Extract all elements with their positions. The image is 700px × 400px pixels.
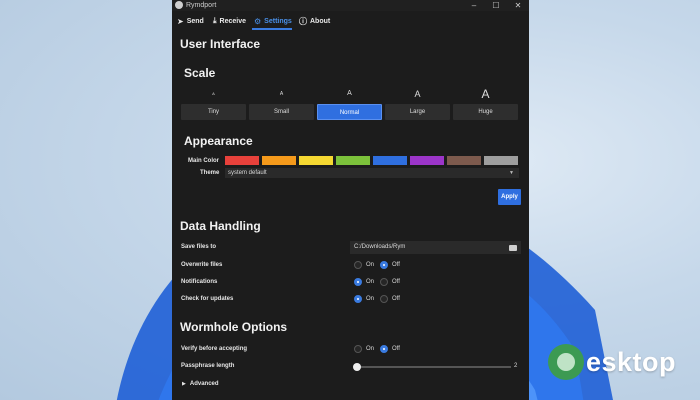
verify-off-radio[interactable]	[380, 345, 388, 353]
download-icon: ⤓	[213, 16, 217, 25]
scale-glyph-large: A	[414, 89, 421, 99]
app-window: Rymdport – ☐ ✕ ➤ Send ⤓ Receive ⚙ Settin…	[172, 0, 529, 400]
active-tab-indicator	[252, 28, 292, 30]
tab-settings[interactable]: ⚙ Settings	[254, 13, 292, 29]
passphrase-length-value: 2	[514, 363, 518, 369]
scale-large-button[interactable]: Large	[385, 104, 450, 120]
app-icon	[175, 1, 183, 9]
check-updates-label: Check for updates	[181, 296, 234, 302]
tab-settings-label: Settings	[264, 17, 292, 25]
notifications-off-label: Off	[392, 279, 400, 285]
notifications-off-radio[interactable]	[380, 278, 388, 286]
window-title: Rymdport	[186, 2, 217, 9]
advanced-toggle[interactable]: ▶ Advanced	[182, 381, 219, 387]
color-swatch-gray[interactable]	[484, 156, 518, 165]
main-color-label: Main Color	[188, 158, 219, 164]
scale-tiny-button[interactable]: Tiny	[181, 104, 246, 120]
minimize-button[interactable]: –	[463, 0, 485, 11]
verify-on-label: On	[366, 346, 375, 352]
passphrase-slider-thumb[interactable]	[353, 363, 361, 371]
send-icon: ➤	[177, 16, 184, 26]
scale-small-button[interactable]: Small	[249, 104, 314, 120]
color-swatch-yellow[interactable]	[299, 156, 333, 165]
folder-icon[interactable]	[509, 245, 517, 251]
user-interface-heading: User Interface	[180, 37, 261, 51]
save-path-value: C:/Downloads/Rym	[354, 244, 406, 250]
tab-send-label: Send	[186, 17, 204, 25]
color-swatch-blue[interactable]	[373, 156, 407, 165]
color-swatch-brown[interactable]	[447, 156, 481, 165]
color-swatch-orange[interactable]	[262, 156, 296, 165]
tab-receive-label: Receive	[219, 17, 247, 25]
overwrite-on-label: On	[366, 262, 375, 268]
overwrite-on-radio[interactable]	[354, 261, 362, 269]
check-updates-on-label: On	[366, 296, 375, 302]
gear-icon: ⚙	[254, 16, 262, 26]
tab-about[interactable]: ⓘ About	[299, 13, 330, 29]
overwrite-off-radio[interactable]	[380, 261, 388, 269]
info-icon: ⓘ	[299, 16, 307, 26]
overwrite-files-label: Overwrite files	[181, 262, 223, 268]
tab-receive[interactable]: ⤓ Receive	[213, 13, 246, 29]
scale-glyph-normal: A	[347, 90, 352, 97]
color-swatch-green[interactable]	[336, 156, 370, 165]
passphrase-slider-track[interactable]	[356, 366, 511, 368]
wormhole-options-heading: Wormhole Options	[180, 320, 288, 334]
tab-send[interactable]: ➤ Send	[177, 13, 204, 29]
scale-heading: Scale	[184, 66, 216, 80]
save-path-field[interactable]: C:/Downloads/Rym	[350, 241, 521, 254]
maximize-button[interactable]: ☐	[485, 0, 507, 11]
watermark: esktop	[548, 344, 676, 380]
caret-right-icon: ▶	[182, 381, 186, 387]
save-files-label: Save files to	[181, 244, 217, 250]
verify-label: Verify before accepting	[181, 346, 248, 352]
data-handling-heading: Data Handling	[180, 219, 261, 233]
notifications-label: Notifications	[181, 279, 218, 285]
scale-normal-button[interactable]: Normal	[317, 104, 382, 120]
tab-bar: ➤ Send ⤓ Receive ⚙ Settings ⓘ About	[172, 13, 529, 29]
color-swatch-red[interactable]	[225, 156, 259, 165]
check-updates-off-label: Off	[392, 296, 400, 302]
notifications-on-label: On	[366, 279, 375, 285]
watermark-text: esktop	[586, 346, 677, 377]
scale-glyph-huge: A	[481, 87, 490, 101]
check-updates-on-radio[interactable]	[354, 295, 362, 303]
notifications-on-radio[interactable]	[354, 278, 362, 286]
theme-value: system default	[228, 170, 267, 176]
verify-on-radio[interactable]	[354, 345, 362, 353]
verify-off-label: Off	[392, 346, 400, 352]
overwrite-off-label: Off	[392, 262, 400, 268]
theme-label: Theme	[200, 170, 220, 176]
apply-button[interactable]: Apply	[498, 189, 521, 205]
scale-glyph-tiny: A	[212, 91, 215, 96]
passphrase-length-label: Passphrase length	[181, 363, 235, 369]
title-bar: Rymdport – ☐ ✕	[172, 0, 529, 11]
check-updates-off-radio[interactable]	[380, 295, 388, 303]
color-swatch-purple[interactable]	[410, 156, 444, 165]
scale-glyph-small: A	[279, 91, 284, 97]
advanced-label: Advanced	[189, 381, 219, 387]
chevron-down-icon: ▼	[509, 170, 514, 176]
watermark-logo-icon	[548, 344, 584, 380]
theme-select[interactable]: system default ▼	[225, 168, 519, 178]
scale-huge-button[interactable]: Huge	[453, 104, 518, 120]
tab-about-label: About	[310, 17, 331, 25]
close-button[interactable]: ✕	[507, 0, 529, 11]
appearance-heading: Appearance	[184, 134, 253, 148]
